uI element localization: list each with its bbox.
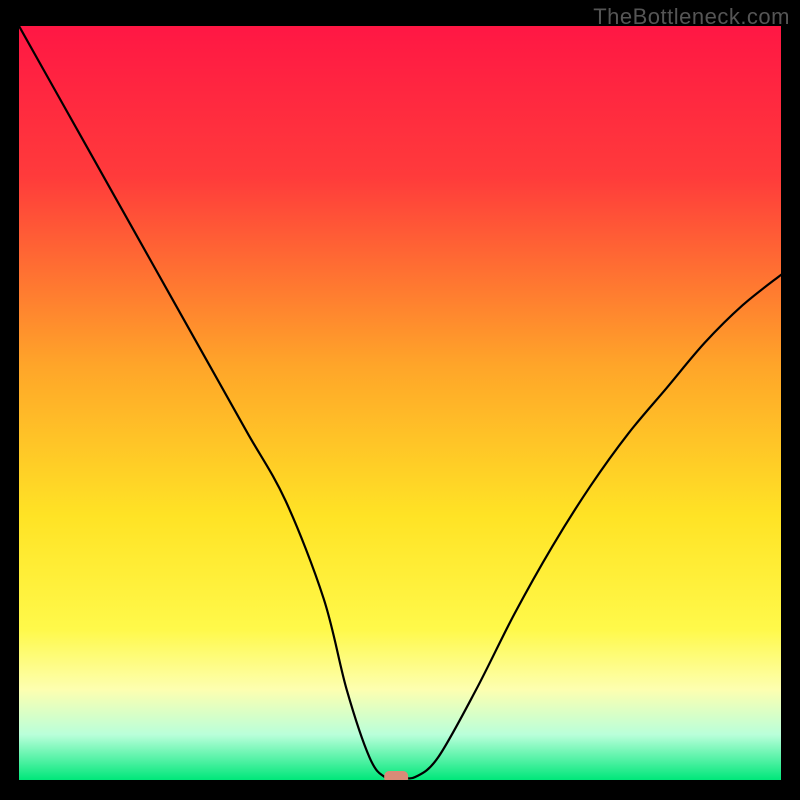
gradient-background [19, 26, 781, 780]
bottleneck-chart [19, 26, 781, 780]
optimal-marker [384, 771, 408, 780]
plot-area [19, 26, 781, 780]
chart-frame: TheBottleneck.com [0, 0, 800, 800]
